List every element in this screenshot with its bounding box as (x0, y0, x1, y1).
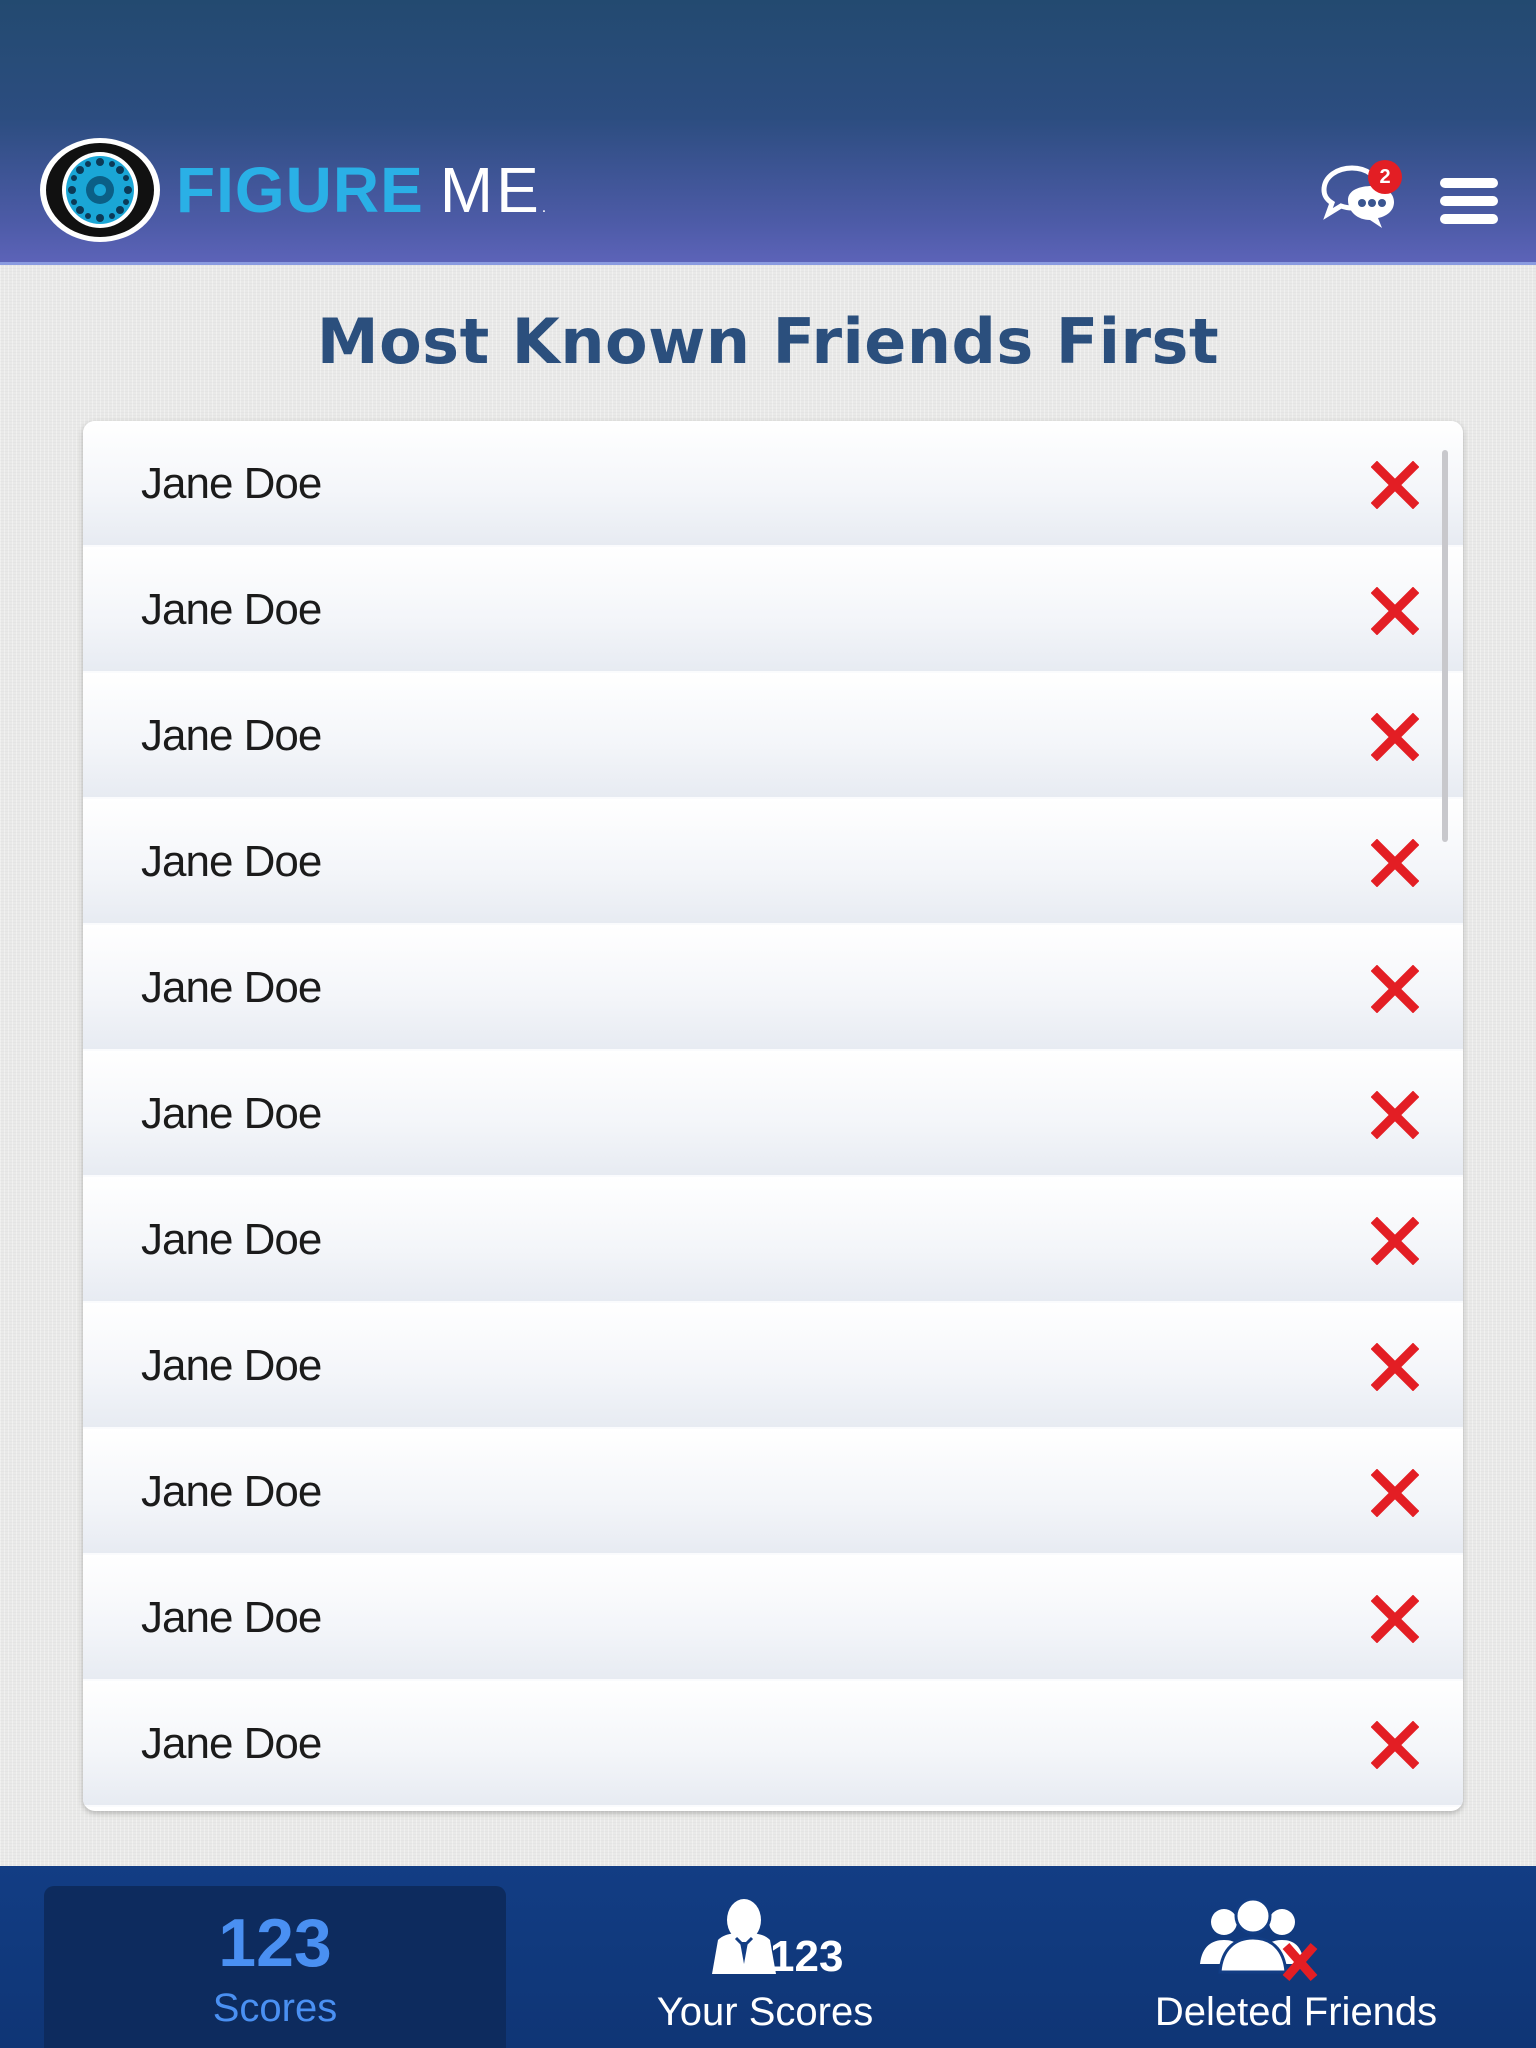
tab-scores[interactable]: 123 Scores (44, 1886, 506, 2048)
friends-list[interactable]: Jane Doe Jane Doe Jane Doe Jane Doe Jane… (83, 421, 1463, 1811)
logo-me-text: ME (439, 154, 542, 226)
friend-list-item[interactable]: Jane Doe (83, 1681, 1463, 1807)
friend-name: Jane Doe (141, 1593, 322, 1642)
friend-list-item[interactable]: Jane Doe (83, 1177, 1463, 1303)
delete-friend-icon[interactable] (1371, 1469, 1419, 1517)
your-scores-number: 123 (770, 1932, 844, 1981)
menu-bar (1440, 214, 1498, 224)
deleted-friends-label: Deleted Friends (1154, 1990, 1438, 2034)
friend-name: Jane Doe (141, 711, 322, 760)
friend-list-item[interactable]: Jane Doe (83, 1051, 1463, 1177)
logo-figure-text: FIGURE (176, 154, 424, 226)
delete-friend-icon[interactable] (1371, 1721, 1419, 1769)
list-scrollbar[interactable] (1442, 450, 1448, 842)
delete-friend-icon[interactable] (1371, 965, 1419, 1013)
friend-list-item[interactable]: Jane Doe (83, 1303, 1463, 1429)
chat-notification-badge: 2 (1368, 160, 1402, 194)
friend-list-item[interactable]: Jane Doe (83, 673, 1463, 799)
friend-name: Jane Doe (141, 1341, 322, 1390)
delete-friend-icon[interactable] (1371, 1343, 1419, 1391)
your-scores-label: Your Scores (656, 1990, 874, 2034)
delete-friend-icon[interactable] (1371, 713, 1419, 761)
bottom-nav: 123 Scores 123 Your Scores Deleted Frien… (0, 1866, 1536, 2048)
scores-label: Scores (212, 1986, 338, 2030)
friend-name: Jane Doe (141, 1467, 322, 1516)
delete-friend-icon[interactable] (1371, 1595, 1419, 1643)
friend-name: Jane Doe (141, 585, 322, 634)
menu-bar (1440, 196, 1498, 206)
friend-list-item[interactable]: Jane Doe (83, 925, 1463, 1051)
app-logo[interactable]: FIGURE ME. (38, 136, 547, 244)
friend-list-item[interactable]: Jane Doe (83, 421, 1463, 547)
scores-number: 123 (218, 1905, 332, 1981)
delete-friend-icon[interactable] (1371, 839, 1419, 887)
page-title: Most Known Friends First (316, 305, 1220, 378)
hamburger-menu-icon[interactable] (1440, 178, 1498, 224)
your-scores-icon-group: 123 (710, 1894, 860, 1981)
eye-logo-icon (40, 138, 160, 242)
friend-name: Jane Doe (141, 963, 322, 1012)
friend-name: Jane Doe (141, 1089, 322, 1138)
friend-list-item[interactable]: Jane Doe (83, 1429, 1463, 1555)
friend-list-item[interactable]: Jane Doe (83, 1555, 1463, 1681)
friend-name: Jane Doe (141, 837, 322, 886)
tab-deleted-friends[interactable]: Deleted Friends (1080, 1886, 1512, 2048)
app-header: FIGURE ME. 2 (0, 0, 1536, 265)
delete-friend-icon[interactable] (1371, 587, 1419, 635)
tab-your-scores[interactable]: 123 Your Scores (560, 1886, 970, 2048)
delete-friend-icon[interactable] (1371, 461, 1419, 509)
logo-wordmark: FIGURE ME. (176, 158, 547, 222)
delete-friend-icon[interactable] (1371, 1091, 1419, 1139)
delete-friend-icon[interactable] (1371, 1217, 1419, 1265)
menu-bar (1440, 178, 1498, 188)
friend-name: Jane Doe (141, 1719, 322, 1768)
friend-name: Jane Doe (141, 1215, 322, 1264)
logo-registered-mark: . (541, 199, 548, 216)
friend-name: Jane Doe (141, 459, 322, 508)
group-delete-icon (1200, 1897, 1318, 1981)
friend-list-item[interactable]: Jane Doe (83, 799, 1463, 925)
friend-list-item[interactable]: Jane Doe (83, 547, 1463, 673)
